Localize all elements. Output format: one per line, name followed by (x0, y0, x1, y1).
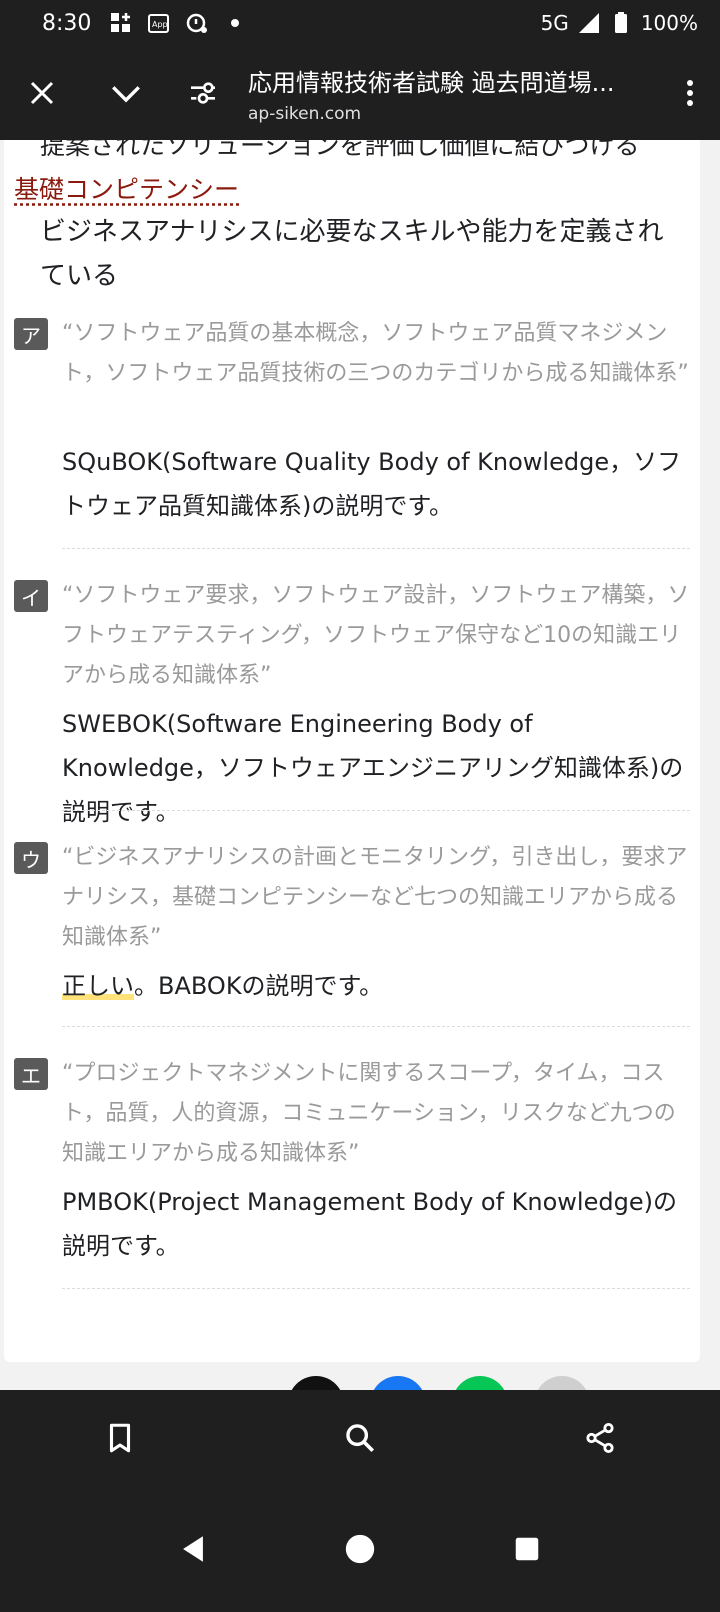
choice-quote: “プロジェクトマネジメントに関するスコープ，タイム，コスト，品質，人的資源，コミ… (62, 1061, 676, 1166)
custom-tab-toolbar: 応用情報技術者試験 過去問道場... ap-siken.com (0, 46, 720, 140)
home-icon (345, 1534, 375, 1564)
home-button[interactable] (320, 1509, 400, 1589)
page-settings-button[interactable] (168, 46, 238, 140)
share-icon (586, 1422, 614, 1454)
battery-percent: 100% (640, 11, 698, 35)
back-icon (183, 1536, 204, 1562)
correct-marker: 正しい (62, 972, 134, 1000)
choice-explanation: PMBOK(Project Management Body of Knowled… (62, 1188, 677, 1260)
explanation-text: 。BABOKの説明です。 (134, 972, 384, 1000)
choice-label: エ (14, 1058, 48, 1090)
no-sim-icon (187, 13, 208, 33)
page-content: 提案されたソリューションを評価し価値に結びつける 基礎コンピテンシー ビジネスア… (4, 140, 700, 1362)
toolbar-title-area[interactable]: 応用情報技術者試験 過去問道場... ap-siken.com (238, 63, 660, 124)
divider (62, 1288, 690, 1289)
status-time: 8:30 (42, 10, 92, 36)
share-button[interactable] (552, 1390, 648, 1486)
search-icon (346, 1424, 375, 1453)
choice-quote: “ソフトウェア要求，ソフトウェア設計，ソフトウェア構築，ソフトウェアテスティング… (62, 583, 690, 688)
choice-label: ウ (14, 842, 48, 874)
status-right: 5G 100% (541, 11, 698, 35)
choice-explanation: SWEBOK(Software Engineering Body of Know… (62, 710, 684, 826)
back-button[interactable] (153, 1509, 233, 1589)
divider (62, 548, 690, 549)
divider (62, 1026, 690, 1027)
svg-text:App: App (152, 20, 168, 29)
battery-icon (614, 12, 627, 33)
minimize-button[interactable] (84, 46, 168, 140)
choice-label: イ (14, 580, 48, 612)
term-link[interactable]: 基礎コンピテンシー (14, 170, 239, 206)
signal-icon (578, 13, 599, 33)
status-notification-icons: App (109, 11, 247, 35)
bookmark-button[interactable] (72, 1390, 168, 1486)
bottom-toolbar (0, 1390, 720, 1486)
chevron-down-icon (112, 86, 140, 103)
close-button[interactable] (0, 46, 84, 140)
app-icon: App (148, 14, 170, 33)
page-url: ap-siken.com (248, 103, 362, 124)
choice-explanation: SQuBOK(Software Quality Body of Knowledg… (62, 448, 682, 520)
page-title: 応用情報技術者試験 過去問道場... (248, 68, 615, 97)
bookmark-icon (109, 1423, 131, 1453)
choice-quote: “ビジネスアナリシスの計画とモニタリング，引き出し，要求アナリシス，基礎コンピテ… (62, 845, 688, 950)
divider (62, 810, 690, 811)
choice-label: ア (14, 318, 48, 350)
choice-explanation: 正しい。BABOKの説明です。 (62, 964, 692, 1008)
more-vert-icon (687, 80, 693, 106)
more-options-button[interactable] (660, 46, 720, 140)
system-nav-bar (0, 1486, 720, 1612)
cut-off-text: 提案されたソリューションを評価し価値に結びつける (40, 140, 640, 160)
search-button[interactable] (312, 1390, 408, 1486)
choice-quote: “ソフトウェア品質の基本概念，ソフトウェア品質マネジメント，ソフトウェア品質技術… (62, 321, 689, 386)
status-bar: 8:30 App 5G 100% (0, 0, 720, 46)
dot-icon (231, 19, 240, 27)
term-description: ビジネスアナリシスに必要なスキルや能力を定義されている (40, 217, 664, 291)
network-type: 5G (540, 11, 569, 35)
grid-plus-icon (111, 13, 131, 32)
recents-button[interactable] (487, 1509, 567, 1589)
page-settings-icon (191, 82, 215, 104)
recents-icon (515, 1537, 538, 1561)
close-icon (30, 81, 54, 105)
